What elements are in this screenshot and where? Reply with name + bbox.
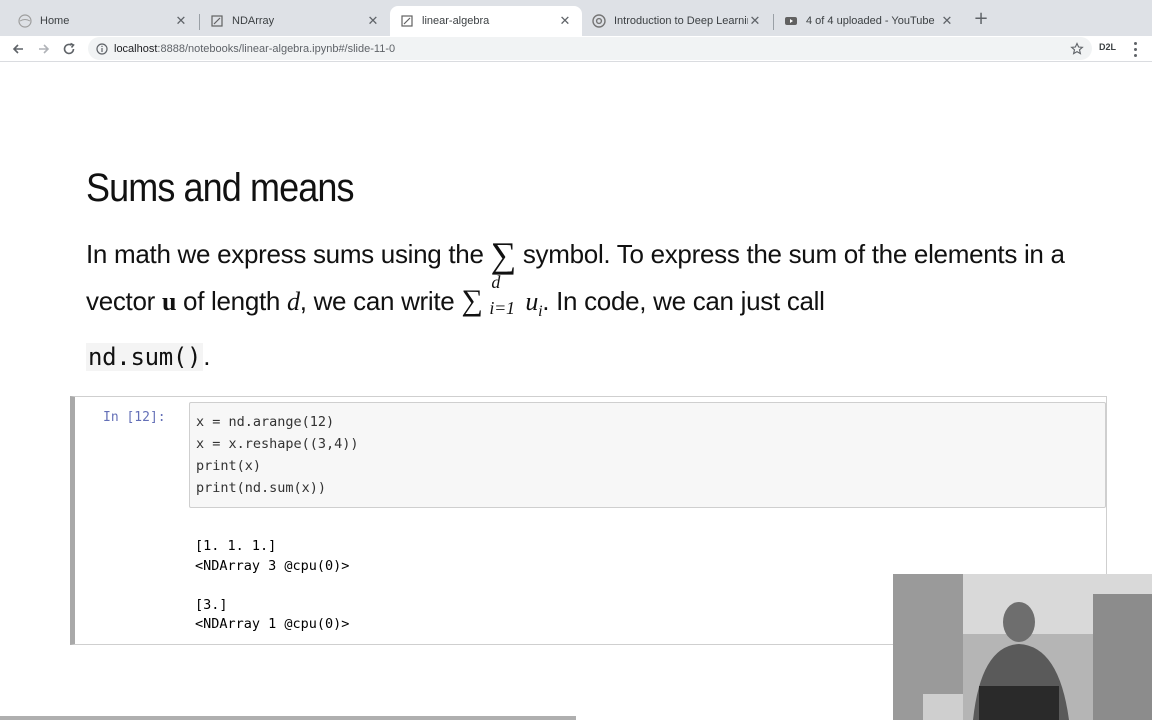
vector-symbol: u <box>161 287 177 316</box>
tab-title: NDArray <box>232 15 275 27</box>
para-text: , we can write <box>299 286 462 316</box>
tab-strip: Home ✕ NDArray ✕ linear-algebra ✕ Introd… <box>0 0 1152 36</box>
math-variable: d <box>287 287 300 316</box>
browser-menu-icon[interactable] <box>1128 40 1142 58</box>
presenter-webcam <box>893 574 1152 720</box>
slide-paragraph: In math we express sums using the ∑ symb… <box>86 232 1096 380</box>
code-line: print(nd.sum(x)) <box>196 480 327 496</box>
inline-code: nd.sum() <box>86 343 204 372</box>
tab-intro-deep-learning[interactable]: Introduction to Deep Learning ✕ <box>582 6 772 36</box>
close-icon[interactable]: ✕ <box>748 13 762 28</box>
tab-home[interactable]: Home ✕ <box>8 6 198 36</box>
forward-icon[interactable] <box>34 39 54 59</box>
sigma-symbol: ∑ <box>461 284 483 317</box>
tab-title: linear-algebra <box>422 15 490 27</box>
para-text: . <box>203 341 211 372</box>
jupyter-icon <box>210 14 224 28</box>
jupyter-icon <box>400 14 414 28</box>
para-text: In math we express sums using the <box>86 239 484 269</box>
close-icon[interactable]: ✕ <box>366 13 380 28</box>
output-line: [1. 1. 1.] <box>195 538 277 554</box>
close-icon[interactable]: ✕ <box>558 13 572 28</box>
code-line: x = x.reshape((3,4)) <box>196 436 359 452</box>
close-icon[interactable]: ✕ <box>940 13 954 28</box>
tab-title: Home <box>40 15 70 27</box>
new-tab-icon[interactable]: + <box>972 10 990 28</box>
browser-toolbar: localhost:8888/notebooks/linear-algebra.… <box>0 36 1152 62</box>
code-line: x = nd.arange(12) <box>196 414 335 430</box>
code-line: print(x) <box>196 458 262 474</box>
input-prompt: In [12]: <box>103 410 166 425</box>
tab-youtube[interactable]: 4 of 4 uploaded - YouTube ✕ <box>774 6 964 36</box>
para-text: of length <box>176 286 288 316</box>
sum-lower-limit: i=1 <box>489 298 515 318</box>
output-line: <NDArray 1 @cpu(0)> <box>195 616 350 632</box>
back-icon[interactable] <box>8 39 28 59</box>
slide-title: Sums and means <box>86 166 354 210</box>
tab-title: 4 of 4 uploaded - YouTube <box>806 15 935 27</box>
tab-linear-algebra[interactable]: linear-algebra ✕ <box>390 6 582 36</box>
code-editor[interactable]: x = nd.arange(12) x = x.reshape((3,4)) p… <box>189 402 1106 508</box>
output-line: <NDArray 3 @cpu(0)> <box>195 557 350 574</box>
url-path: :8888/notebooks/linear-algebra.ipynb#/sl… <box>157 42 396 55</box>
info-icon[interactable] <box>96 42 108 55</box>
presenter-video-icon <box>893 574 1152 720</box>
cell-output: [1. 1. 1.] <NDArray 3 @cpu(0)> [3.] <NDA… <box>195 537 349 635</box>
reload-icon[interactable] <box>59 39 79 59</box>
url-host: localhost <box>114 42 158 55</box>
para-text: . In code, we can just call <box>542 286 825 316</box>
sum-term: u <box>525 287 539 316</box>
bookmark-star-icon[interactable] <box>1070 41 1084 55</box>
output-line: [3.] <box>195 596 228 613</box>
sum-expression: ∑ d i=1 <box>461 272 525 324</box>
horizontal-scrollbar[interactable] <box>0 716 576 720</box>
close-icon[interactable]: ✕ <box>174 13 188 28</box>
address-bar[interactable]: localhost:8888/notebooks/linear-algebra.… <box>88 37 1092 60</box>
youtube-icon <box>784 14 798 28</box>
tab-title: Introduction to Deep Learning <box>614 15 748 27</box>
jupyter-icon <box>18 14 32 28</box>
d2l-extension-icon[interactable]: D2L <box>1099 42 1116 52</box>
chrome-icon <box>592 14 606 28</box>
url-text: localhost:8888/notebooks/linear-algebra.… <box>114 43 395 55</box>
tab-ndarray[interactable]: NDArray ✕ <box>200 6 390 36</box>
